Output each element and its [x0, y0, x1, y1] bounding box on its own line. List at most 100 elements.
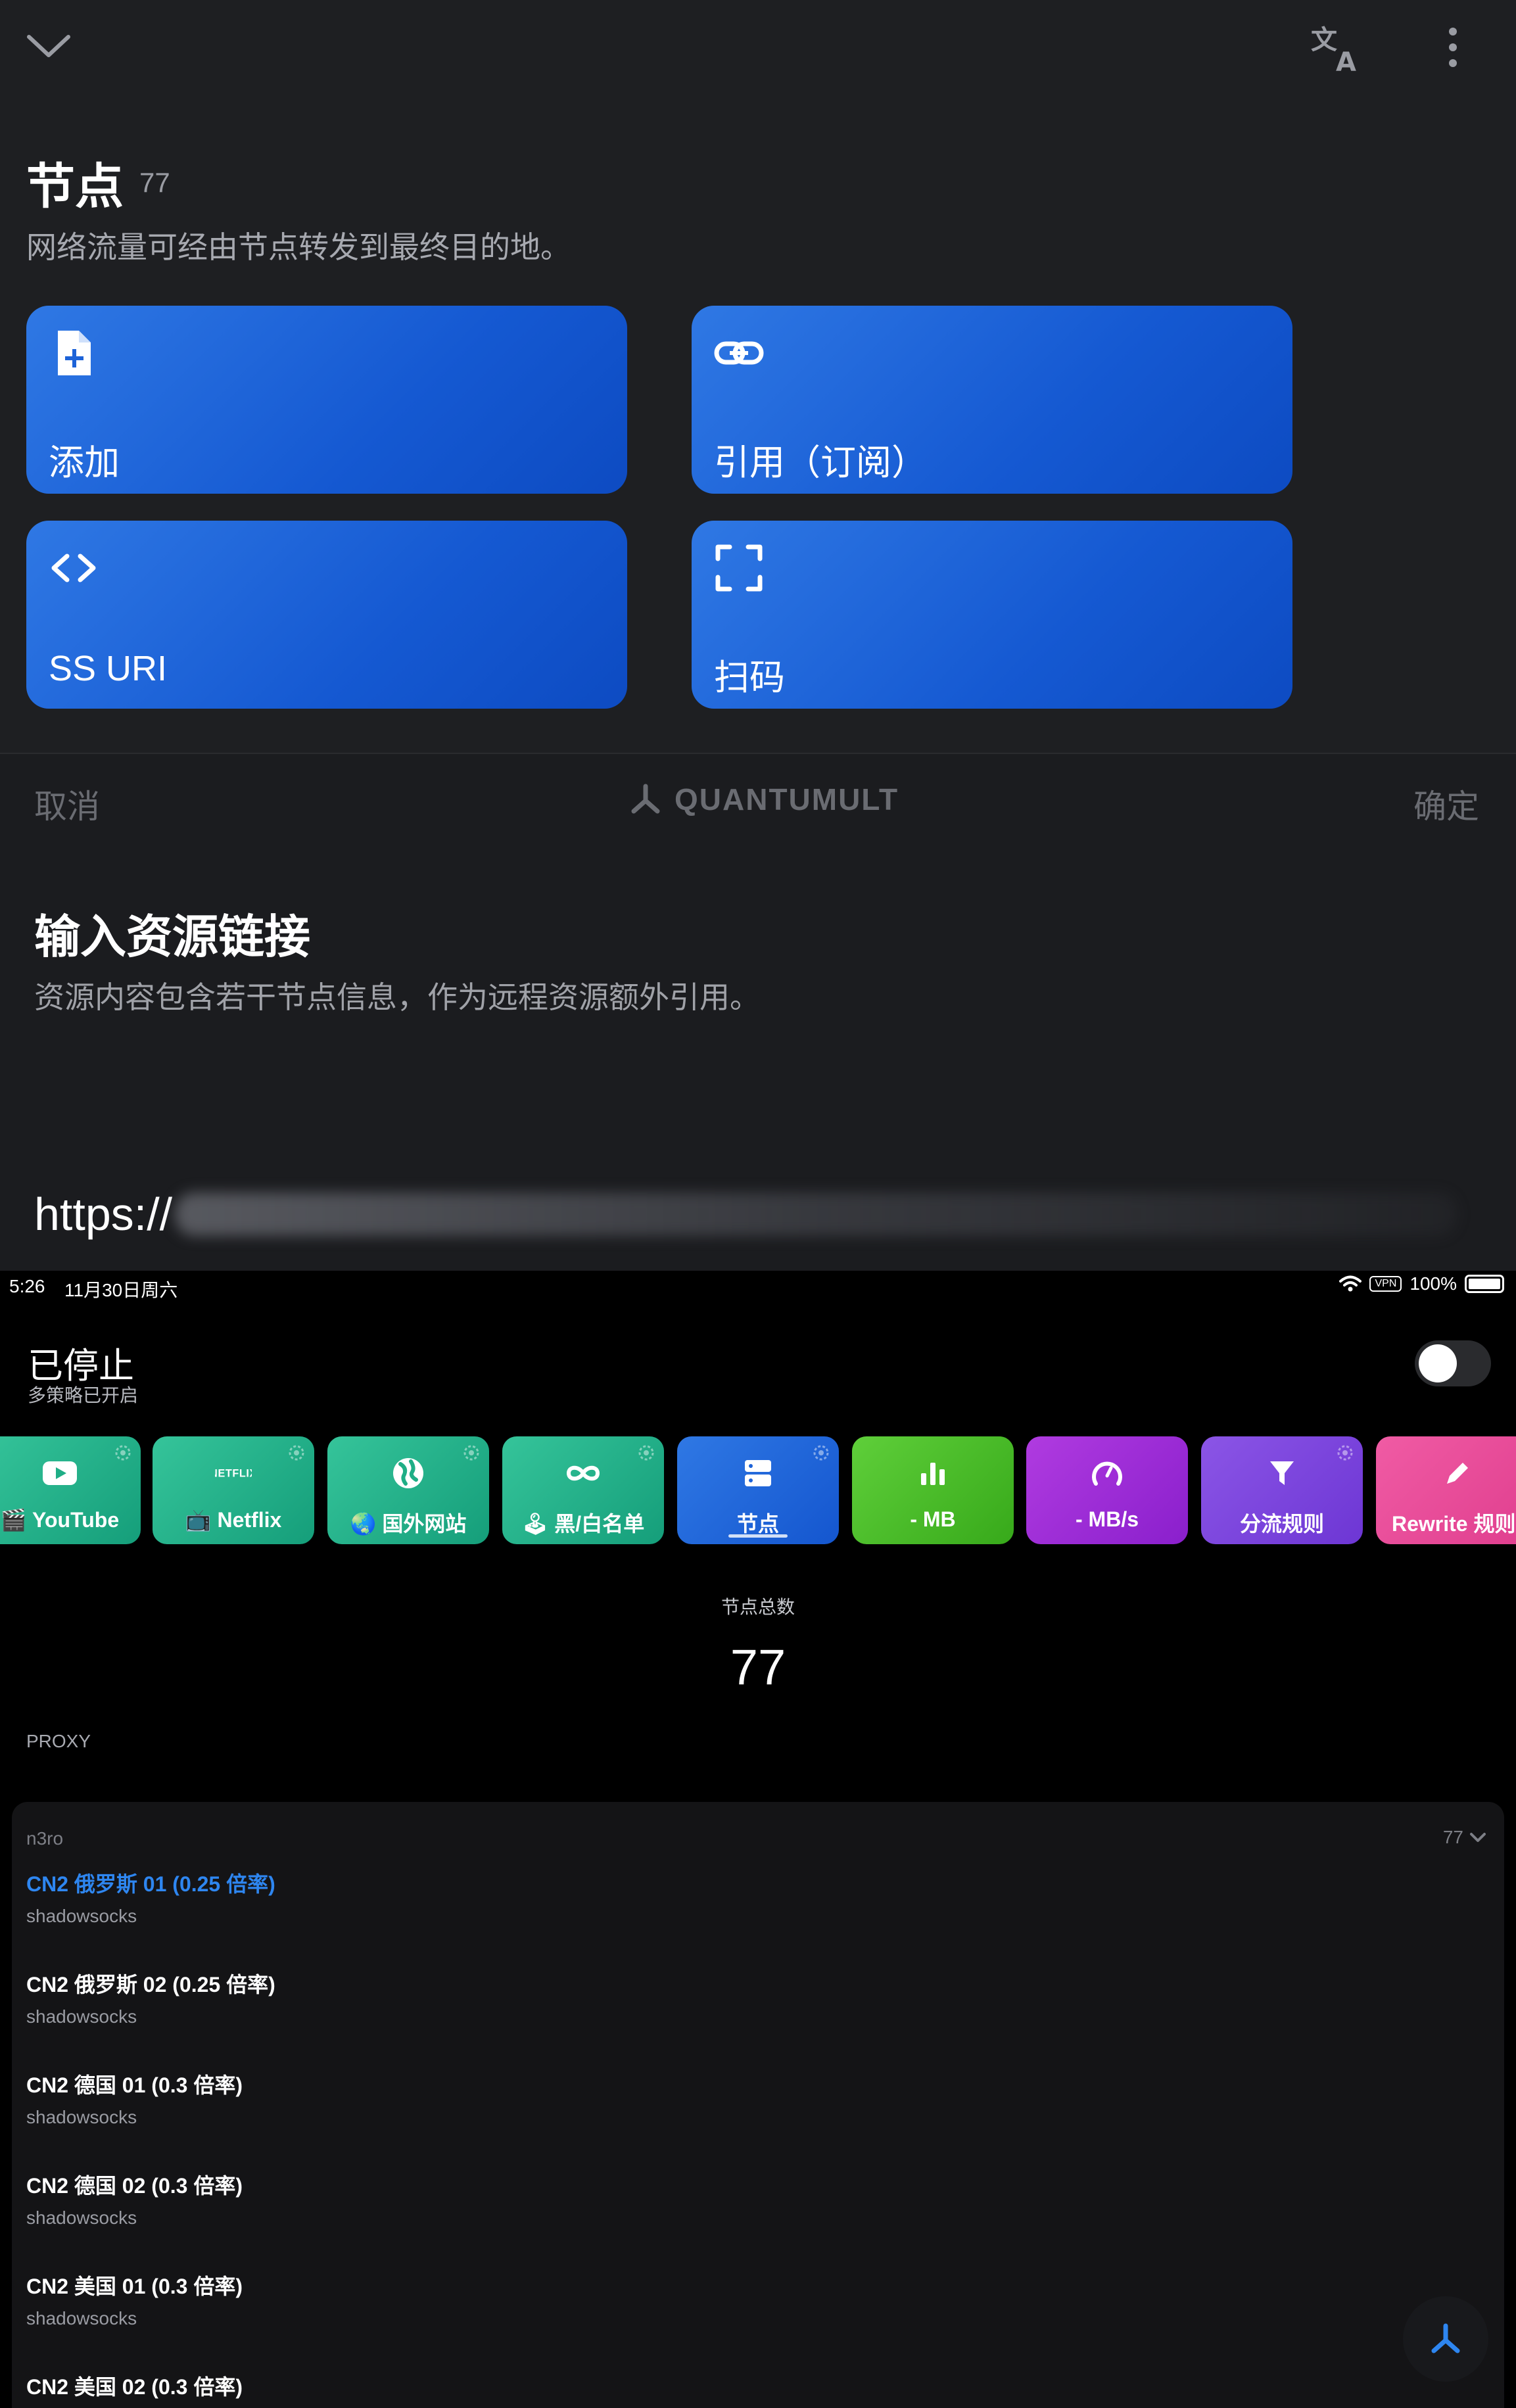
resource-link-sheet: 取消 QUANTUMULT 确定 输入资源链接 资源内容包含若干节点信息，作为远… [0, 753, 1516, 1271]
card-label: 节点 [736, 1512, 779, 1536]
node-type: shadowsocks [26, 2006, 137, 2027]
battery-icon [1465, 1275, 1504, 1293]
link-sheet-title: 输入资源链接 [34, 911, 310, 962]
quantumult-fab[interactable] [1403, 2296, 1488, 2382]
gear-icon[interactable] [1335, 1443, 1355, 1463]
wifi-icon [1339, 1275, 1362, 1292]
node-name: CN2 美国 01 (0.3 倍率) [26, 2275, 243, 2298]
globe-icon [390, 1456, 427, 1490]
code-icon [51, 554, 96, 582]
sheet-title: 节点 [26, 159, 124, 214]
status-time: 5:26 [9, 1276, 45, 1296]
node-list: n3ro 77 CN2 俄罗斯 01 (0.25 倍率) shadowsocks… [12, 1802, 1504, 2408]
card-youtube[interactable]: 🎬 YouTube [0, 1436, 141, 1544]
card-split-rules[interactable]: 分流规则 [1201, 1436, 1363, 1544]
list-item[interactable]: CN2 德国 02 (0.3 倍率) shadowsocks [26, 2169, 243, 2229]
list-item[interactable]: CN2 俄罗斯 02 (0.25 倍率) shadowsocks [26, 1968, 275, 2027]
gauge-icon [1089, 1456, 1125, 1490]
quantumult-logo-icon [1431, 2323, 1460, 2353]
tile-label: 添加 [49, 443, 120, 483]
card-nodes[interactable]: 节点 [677, 1436, 839, 1544]
resource-url-field[interactable]: https:// [34, 1188, 1457, 1240]
connection-substate: 多策略已开启 [28, 1385, 139, 1405]
translate-icon[interactable]: 文 A [1310, 24, 1362, 74]
card-label: 🎬 YouTube [0, 1508, 120, 1532]
card-label: 分流规则 [1239, 1512, 1324, 1536]
brand: QUANTUMULT [628, 782, 899, 817]
group-count: 77 [1442, 1827, 1463, 1847]
node-type: shadowsocks [26, 2308, 137, 2328]
list-item[interactable]: CN2 俄罗斯 01 (0.25 倍率) shadowsocks [26, 1868, 275, 1927]
status-right: VPN 100% [1339, 1273, 1504, 1294]
node-name: CN2 美国 02 (0.3 倍率) [26, 2375, 243, 2399]
infinity-icon [565, 1456, 602, 1490]
card-black-white-list[interactable]: 🕹 黑/白名单 [502, 1436, 664, 1544]
gear-icon[interactable] [811, 1443, 831, 1463]
add-node-button[interactable]: 添加 [26, 306, 627, 494]
brand-name: QUANTUMULT [675, 782, 899, 816]
tile-label: SS URI [49, 649, 168, 688]
svg-text:文: 文 [1311, 25, 1337, 55]
card-label: 🌏 国外网站 [350, 1512, 467, 1536]
card-label: - MB [910, 1507, 956, 1531]
card-label: Rewrite 规则 [1392, 1512, 1516, 1536]
node-name: CN2 德国 01 (0.3 倍率) [26, 2073, 243, 2097]
list-item[interactable]: CN2 美国 02 (0.3 倍率) shadowsocks [26, 2371, 243, 2408]
node-name: CN2 德国 02 (0.3 倍率) [26, 2174, 243, 2198]
link-icon [714, 341, 764, 365]
card-label: 🕹 黑/白名单 [521, 1512, 645, 1536]
node-name: CN2 俄罗斯 02 (0.25 倍率) [26, 1973, 275, 1996]
card-speed[interactable]: - MB/s [1026, 1436, 1188, 1544]
svg-text:NETFLIX: NETFLIX [215, 1468, 252, 1480]
gear-icon[interactable] [287, 1443, 306, 1463]
group-name: n3ro [26, 1828, 64, 1849]
scan-icon [715, 544, 763, 592]
card-rewrite-rules[interactable]: Rewrite 规则 [1376, 1436, 1516, 1544]
toggle-knob [1419, 1344, 1457, 1382]
server-icon [740, 1456, 776, 1490]
netflix-icon: NETFLIX [215, 1456, 252, 1490]
gear-icon[interactable] [462, 1443, 481, 1463]
card-label: - MB/s [1076, 1507, 1139, 1531]
sheet-description: 网络流量可经由节点转发到最终目的地。 [26, 230, 571, 264]
app-screen: 5:26 11月30日周六 VPN 100% 已停止 多策略已开启 🎬 YouT… [0, 1271, 1516, 2408]
policy-cards: 🎬 YouTube NETFLIX 📺 Netflix 🌏 国外网站 🕹 黑/白… [0, 1436, 1516, 1544]
link-sheet-description: 资源内容包含若干节点信息，作为远程资源额外引用。 [34, 980, 760, 1014]
url-prefix: https:// [34, 1189, 173, 1240]
more-vertical-icon[interactable] [1442, 26, 1463, 68]
svg-text:A: A [1336, 47, 1356, 74]
group-toggle[interactable]: 77 [1443, 1827, 1487, 1848]
card-netflix[interactable]: NETFLIX 📺 Netflix [153, 1436, 314, 1544]
youtube-icon [41, 1456, 78, 1490]
vpn-badge: VPN [1369, 1276, 1402, 1292]
node-count: 77 [139, 167, 170, 198]
list-item[interactable]: CN2 德国 01 (0.3 倍率) shadowsocks [26, 2069, 243, 2128]
scan-qr-button[interactable]: 扫码 [692, 521, 1292, 709]
list-item[interactable]: CN2 美国 01 (0.3 倍率) shadowsocks [26, 2270, 243, 2329]
file-add-icon [58, 331, 91, 375]
card-traffic[interactable]: - MB [852, 1436, 1014, 1544]
redacted-url [175, 1192, 1457, 1236]
status-date: 11月30日周六 [64, 1280, 178, 1300]
total-label: 节点总数 [721, 1597, 795, 1617]
tile-label: 引用（订阅） [714, 443, 927, 483]
confirm-button[interactable]: 确定 [1413, 780, 1479, 828]
tile-label: 扫码 [714, 658, 785, 697]
add-node-sheet: 文 A 节点 77 网络流量可经由节点转发到最终目的地。 添加 引用（订阅） S… [0, 0, 1516, 753]
cancel-button[interactable]: 取消 [34, 780, 100, 828]
chevron-down-icon[interactable] [25, 29, 72, 62]
gear-icon[interactable] [113, 1443, 133, 1463]
bar-chart-icon [914, 1456, 951, 1490]
battery-percent: 100% [1409, 1273, 1457, 1294]
subscribe-button[interactable]: 引用（订阅） [692, 306, 1292, 494]
gear-icon[interactable] [636, 1443, 656, 1463]
section-header: PROXY [26, 1731, 91, 1751]
filter-icon [1264, 1456, 1300, 1490]
ss-uri-button[interactable]: SS URI [26, 521, 627, 709]
total-count: 77 [730, 1640, 786, 1695]
card-foreign-sites[interactable]: 🌏 国外网站 [327, 1436, 489, 1544]
node-type: shadowsocks [26, 1906, 137, 1926]
quantumult-logo-icon [631, 784, 660, 814]
chevron-down-icon [1470, 1833, 1486, 1842]
vpn-toggle[interactable] [1415, 1340, 1491, 1386]
